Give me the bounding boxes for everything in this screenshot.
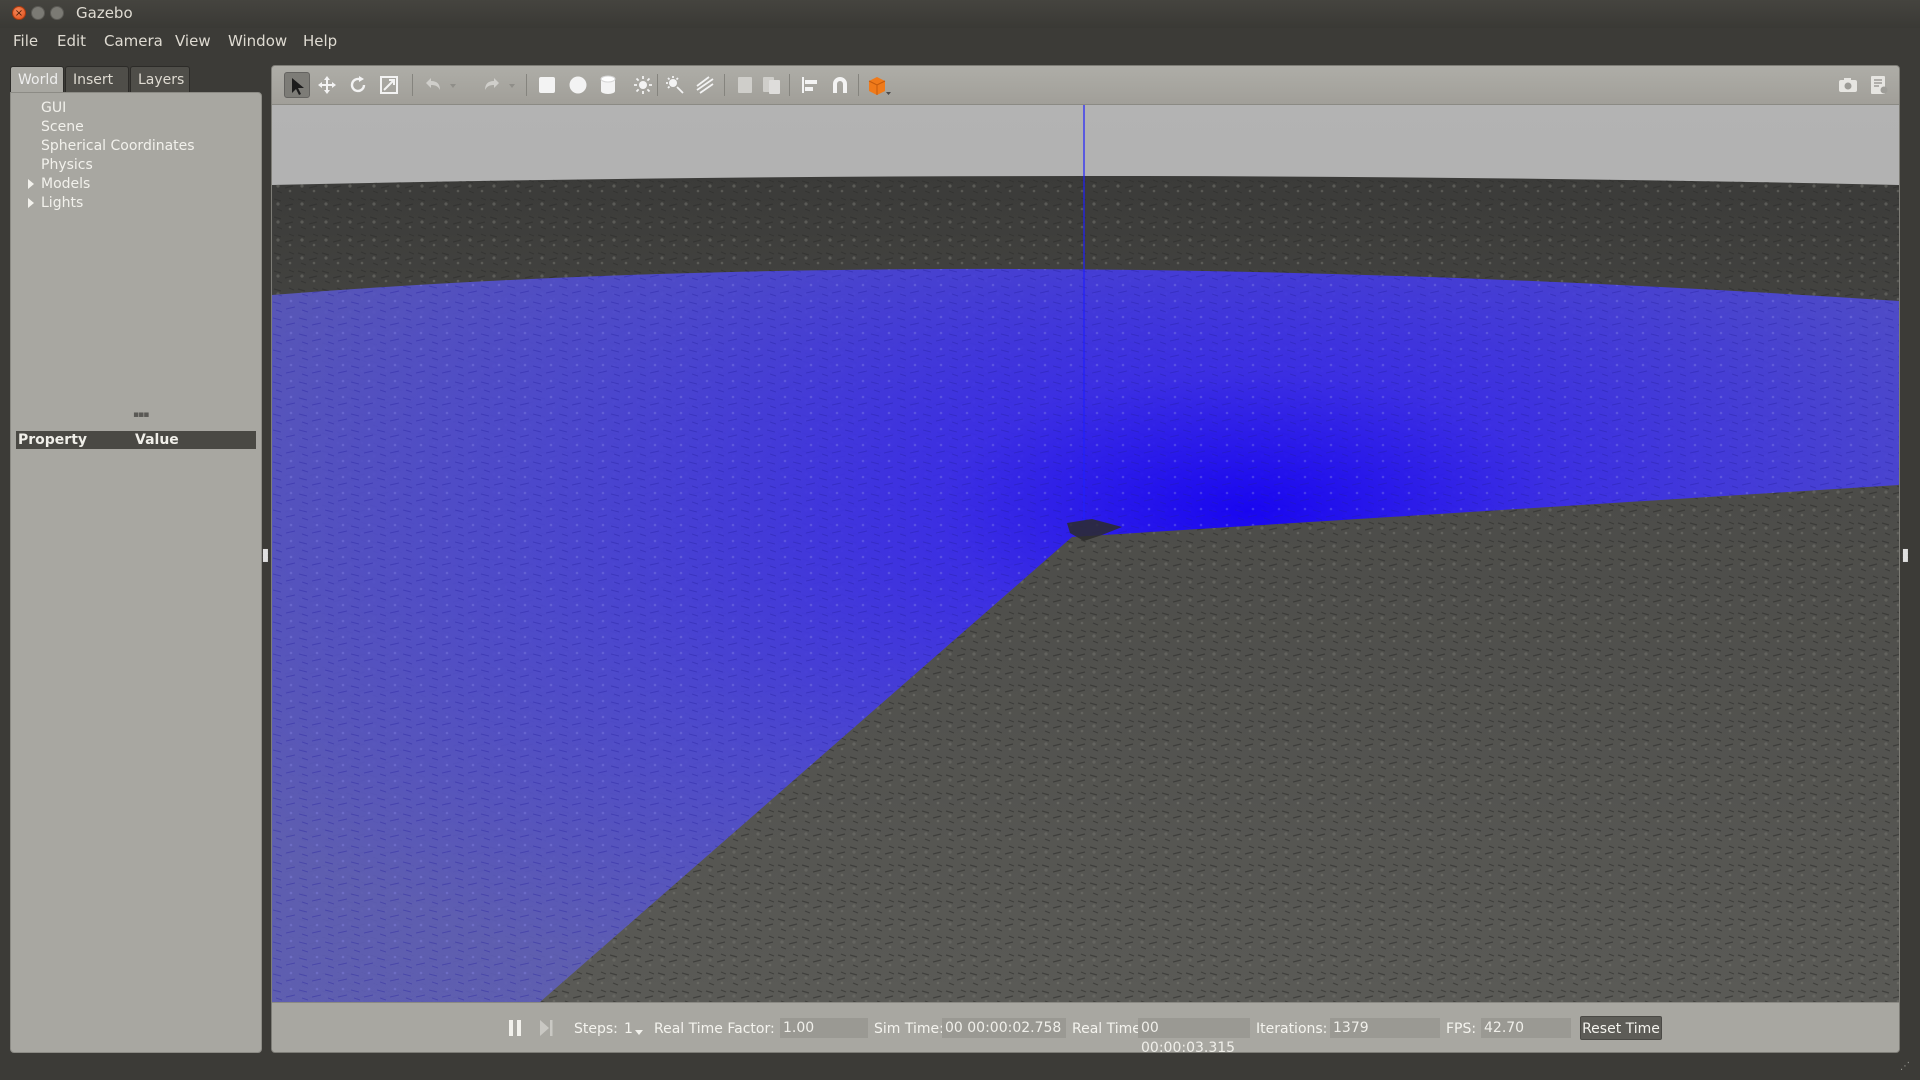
menu-edit[interactable]: Edit (57, 32, 86, 50)
redo-icon[interactable] (479, 72, 505, 98)
fps-label: FPS: (1446, 1021, 1477, 1037)
undo-dropdown-icon[interactable] (446, 72, 460, 98)
window-title: Gazebo (76, 4, 133, 22)
scene-viewport[interactable] (272, 105, 1899, 1002)
panel-tabs: World Insert Layers (10, 66, 262, 92)
fps-field: 42.70 (1481, 1018, 1571, 1038)
expand-arrow-icon[interactable] (28, 179, 34, 189)
directional-light-icon[interactable] (692, 72, 718, 98)
tab-world[interactable]: World (10, 66, 64, 92)
toolbar (272, 66, 1899, 105)
steps-label: Steps: (574, 1021, 618, 1037)
tree-item-label: GUI (41, 100, 67, 116)
align-icon[interactable] (797, 72, 823, 98)
status-bar: Steps: 1 Real Time Factor: 1.00 Sim Time… (272, 1002, 1899, 1052)
point-light-icon[interactable] (630, 72, 656, 98)
tree-item-gui[interactable]: GUI (11, 99, 261, 118)
left-splitter-handle[interactable]: ▪ ▪ ▪ (262, 547, 269, 565)
iterations-label: Iterations: (1256, 1021, 1328, 1037)
tree-item-physics[interactable]: Physics (11, 156, 261, 175)
scene-frame: Steps: 1 Real Time Factor: 1.00 Sim Time… (271, 65, 1900, 1053)
real-time-label: Real Time: (1072, 1021, 1146, 1037)
snap-icon[interactable] (827, 72, 853, 98)
tree-item-label: Spherical Coordinates (41, 138, 195, 154)
copy-icon[interactable] (732, 72, 758, 98)
menu-file[interactable]: File (13, 32, 38, 50)
tree-item-label: Lights (41, 195, 84, 211)
menu-view[interactable]: View (175, 32, 211, 50)
title-bar: × Gazebo (0, 0, 1920, 29)
close-window-button[interactable]: × (12, 6, 26, 20)
real-time-field: 00 00:00:03.315 (1138, 1018, 1250, 1052)
record-log-icon[interactable] (1866, 72, 1892, 98)
maximize-window-button[interactable] (50, 6, 64, 20)
sphere-icon[interactable] (565, 72, 591, 98)
cylinder-icon[interactable] (595, 72, 621, 98)
toolbar-separator (412, 74, 413, 96)
view-angle-icon[interactable] (864, 72, 894, 98)
rotate-icon[interactable] (345, 72, 371, 98)
tree-item-models[interactable]: Models (11, 175, 261, 194)
select-arrow-icon[interactable] (284, 72, 310, 98)
scene-render[interactable] (272, 105, 1899, 1002)
tab-layers[interactable]: Layers (130, 66, 190, 92)
menu-help[interactable]: Help (303, 32, 337, 50)
world-panel: GUI Scene Spherical Coordinates Physics … (10, 92, 262, 1053)
right-splitter-handle[interactable]: ▪ ▪ ▪ (1902, 547, 1909, 565)
undo-icon[interactable] (420, 72, 446, 98)
steps-dropdown-icon[interactable] (634, 1029, 644, 1037)
spot-light-icon[interactable] (662, 72, 688, 98)
menu-camera[interactable]: Camera (104, 32, 163, 50)
world-tree: GUI Scene Spherical Coordinates Physics … (11, 99, 261, 213)
paste-icon[interactable] (758, 72, 784, 98)
step-icon[interactable] (538, 1018, 554, 1038)
reset-time-button[interactable]: Reset Time (1580, 1016, 1662, 1040)
tab-insert[interactable]: Insert (65, 66, 129, 92)
sim-time-field: 00 00:00:02.758 (942, 1018, 1066, 1038)
sim-time-label: Sim Time: (874, 1021, 944, 1037)
value-column-header: Value (135, 432, 179, 448)
left-panel: World Insert Layers GUI Scene Spherical … (10, 66, 262, 1053)
pause-icon[interactable] (507, 1018, 523, 1038)
redo-dropdown-icon[interactable] (505, 72, 519, 98)
toolbar-separator (789, 74, 790, 96)
toolbar-separator (724, 74, 725, 96)
rtf-label: Real Time Factor: (654, 1021, 775, 1037)
tree-item-scene[interactable]: Scene (11, 118, 261, 137)
box-icon[interactable] (534, 72, 560, 98)
minimize-window-button[interactable] (31, 6, 45, 20)
menu-window[interactable]: Window (228, 32, 287, 50)
menu-bar: File Edit Camera View Window Help (0, 28, 1920, 56)
toolbar-separator (526, 74, 527, 96)
translate-icon[interactable] (314, 72, 340, 98)
tree-item-lights[interactable]: Lights (11, 194, 261, 213)
property-column-header: Property (18, 432, 88, 448)
tree-item-label: Scene (41, 119, 84, 135)
tree-item-label: Physics (41, 157, 93, 173)
resize-grip[interactable]: ⋰ (1900, 1061, 1910, 1072)
toolbar-separator (858, 74, 859, 96)
screenshot-icon[interactable] (1835, 72, 1861, 98)
expand-arrow-icon[interactable] (28, 198, 34, 208)
toolbar-separator (657, 74, 658, 96)
tree-item-spherical-coordinates[interactable]: Spherical Coordinates (11, 137, 261, 156)
iterations-field: 1379 (1330, 1018, 1440, 1038)
steps-value[interactable]: 1 (624, 1019, 633, 1039)
rtf-field: 1.00 (780, 1018, 868, 1038)
tree-item-label: Models (41, 176, 91, 192)
scale-icon[interactable] (376, 72, 402, 98)
panel-splitter-handle[interactable]: ▪▪▪ (133, 410, 149, 420)
property-header: Property Value (16, 431, 256, 449)
